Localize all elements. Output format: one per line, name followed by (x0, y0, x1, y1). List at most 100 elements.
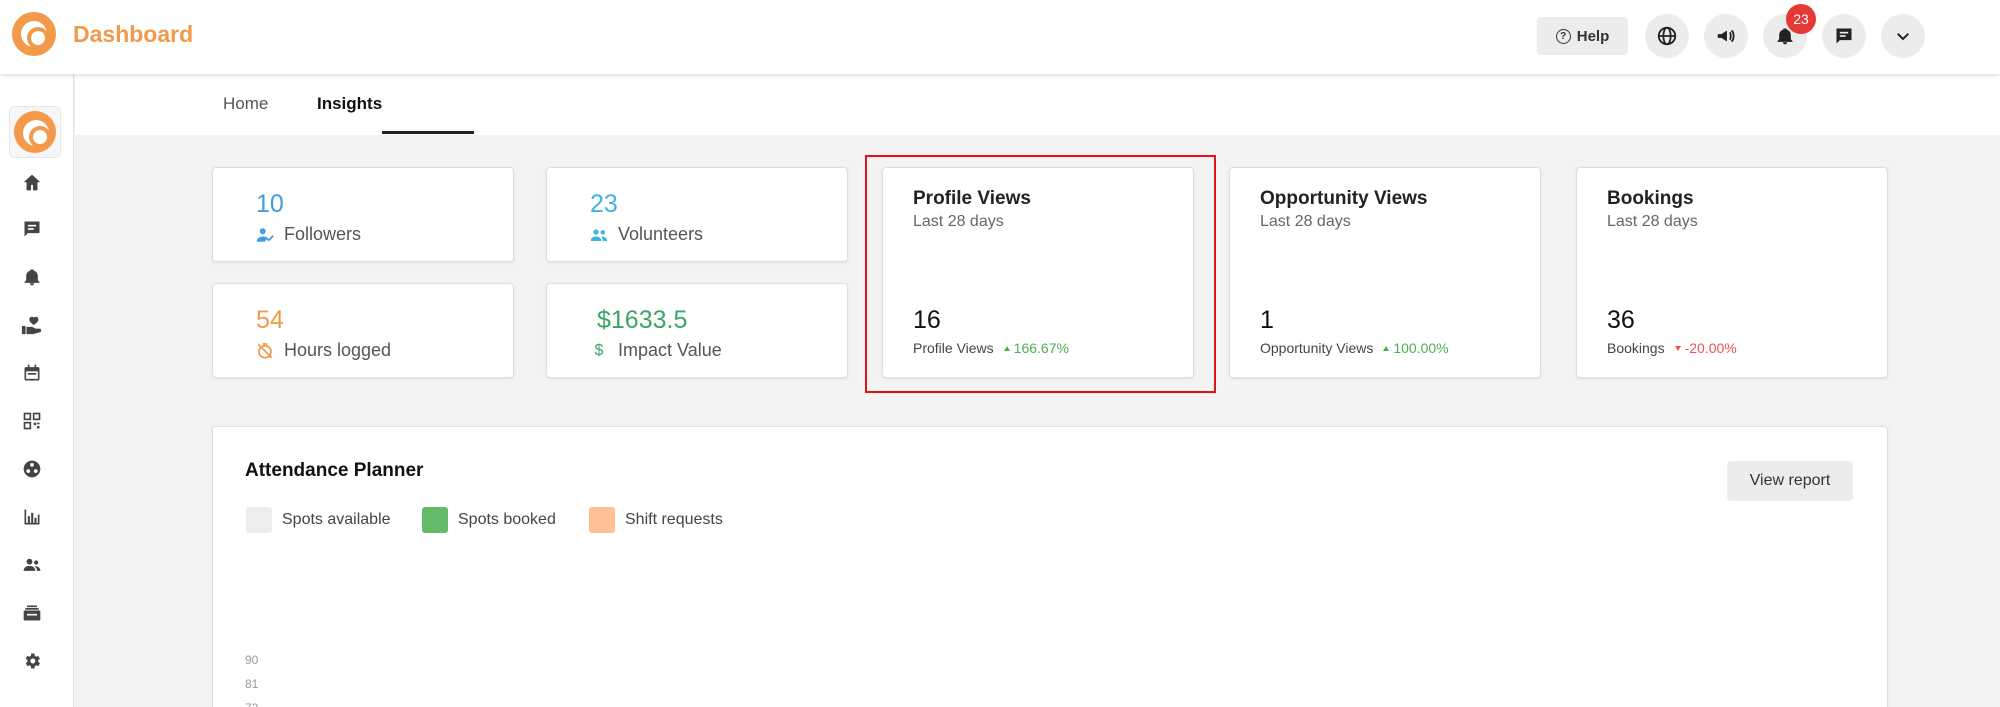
opportunity-views-card[interactable]: Opportunity Views Last 28 days 1 Opportu… (1229, 167, 1541, 378)
logo-icon (12, 12, 56, 56)
chevron-down-icon (1897, 33, 1909, 41)
trend-up-icon (1003, 345, 1010, 351)
kpi-delta: 100.00% (1383, 340, 1449, 356)
calendar-icon (24, 364, 40, 381)
kpi-footer: Bookings -20.00% (1607, 340, 1737, 356)
hours-label: Hours logged (284, 340, 392, 360)
kpi-delta-value: 100.00% (1393, 340, 1449, 356)
legend-item-booked[interactable]: Spots booked (422, 507, 556, 533)
kpi-delta-value: -20.00% (1684, 340, 1737, 356)
kpi-footer: Opportunity Views 100.00% (1260, 340, 1449, 356)
sidebar-item-community[interactable] (20, 457, 44, 481)
people-icon (590, 226, 608, 244)
timer-off-icon (256, 342, 274, 360)
chat-icon (1836, 28, 1852, 44)
kpi-delta-value: 166.67% (1013, 340, 1069, 356)
legend-swatch (246, 507, 272, 533)
user-check-icon (256, 226, 274, 244)
notification-badge: 23 (1786, 4, 1816, 34)
tab-bar: Home Insights (75, 74, 2000, 135)
dollar-icon: $ (594, 341, 604, 359)
messages-button[interactable] (1822, 14, 1866, 58)
sidebar-item-inbox[interactable] (20, 601, 44, 625)
y-tick: 90 (245, 653, 259, 667)
impact-label-row: $ Impact Value (590, 340, 722, 361)
volunteers-card[interactable]: 23 Volunteers (546, 167, 848, 262)
followers-label-row: Followers (256, 224, 361, 245)
kpi-footer: Profile Views 166.67% (913, 340, 1069, 356)
kpi-value: 36 (1607, 306, 1635, 334)
kpi-footer-label: Opportunity Views (1260, 340, 1374, 356)
hours-label-row: Hours logged (256, 340, 391, 361)
sidebar-item-people[interactable] (20, 553, 44, 577)
chat-icon (24, 221, 40, 237)
profile-views-card[interactable]: Profile Views Last 28 days 16 Profile Vi… (882, 167, 1194, 378)
kpi-value: 16 (913, 306, 941, 334)
kpi-delta: 166.67% (1003, 340, 1069, 356)
attendance-planner-card: Attendance Planner View report Spots ava… (212, 426, 1888, 707)
kpi-title: Opportunity Views (1260, 188, 1428, 209)
kpi-footer-label: Profile Views (913, 340, 994, 356)
sidebar-item-reports[interactable] (20, 505, 44, 529)
kpi-footer-label: Bookings (1607, 340, 1665, 356)
account-menu-button[interactable] (1881, 14, 1925, 58)
logo-icon (14, 111, 56, 153)
sidebar-item-notifications[interactable] (20, 265, 44, 289)
trend-up-icon (1383, 345, 1390, 351)
view-report-button[interactable]: View report (1727, 461, 1853, 501)
sidebar-item-settings[interactable] (20, 649, 44, 673)
bell-icon (24, 269, 40, 286)
brand-title: Dashboard (73, 20, 194, 47)
hours-count: 54 (256, 306, 284, 334)
followers-label: Followers (284, 224, 362, 244)
volunteers-label: Volunteers (618, 224, 704, 244)
active-tab-indicator (382, 131, 474, 134)
globe-icon (1657, 26, 1677, 46)
impact-label: Impact Value (618, 340, 722, 360)
qr-code-icon (23, 412, 41, 430)
kpi-value: 1 (1260, 306, 1274, 334)
impact-value: $1633.5 (597, 306, 688, 334)
legend-item-requests[interactable]: Shift requests (589, 507, 723, 533)
kpi-subtitle: Last 28 days (1607, 213, 1698, 230)
attendance-title: Attendance Planner (245, 460, 424, 481)
legend-item-available[interactable]: Spots available (246, 507, 391, 533)
followers-count: 10 (256, 190, 284, 218)
tab-insights[interactable]: Insights (317, 94, 382, 114)
sidebar-item-calendar[interactable] (20, 361, 44, 385)
y-tick: 72 (245, 701, 258, 707)
legend-label: Shift requests (625, 511, 723, 528)
bar-chart-icon (24, 509, 40, 525)
org-avatar[interactable] (9, 106, 61, 158)
kpi-title: Bookings (1607, 188, 1694, 209)
home-icon (23, 174, 41, 191)
trend-down-icon (1674, 345, 1681, 351)
kpi-subtitle: Last 28 days (1260, 213, 1351, 230)
kpi-subtitle: Last 28 days (913, 213, 1004, 230)
question-icon: ? (1555, 28, 1571, 44)
megaphone-icon (1717, 29, 1735, 43)
sidebar-item-qr[interactable] (20, 409, 44, 433)
people-icon (23, 558, 41, 571)
impact-card[interactable]: $1633.5 $ Impact Value (546, 283, 848, 378)
volunteers-label-row: Volunteers (590, 224, 703, 245)
legend-swatch (422, 507, 448, 533)
volunteers-count: 23 (590, 190, 618, 218)
sidebar-item-volunteering[interactable] (20, 313, 44, 337)
sidebar-item-home[interactable] (20, 171, 44, 195)
followers-card[interactable]: 10 Followers (212, 167, 514, 262)
help-button[interactable]: ? Help (1537, 17, 1628, 55)
legend-swatch (589, 507, 615, 533)
bookings-card[interactable]: Bookings Last 28 days 36 Bookings -20.00… (1576, 167, 1888, 378)
tab-home[interactable]: Home (223, 94, 268, 114)
legend-label: Spots booked (458, 511, 556, 528)
sidebar-item-messages[interactable] (20, 217, 44, 241)
announcements-button[interactable] (1704, 14, 1748, 58)
top-bar: Dashboard ? Help 23 (0, 0, 2000, 74)
legend-label: Spots available (282, 511, 391, 528)
globe-button[interactable] (1645, 14, 1689, 58)
inbox-icon (23, 605, 41, 621)
brand[interactable]: Dashboard (12, 12, 193, 56)
help-label: Help (1576, 27, 1610, 45)
hours-card[interactable]: 54 Hours logged (212, 283, 514, 378)
